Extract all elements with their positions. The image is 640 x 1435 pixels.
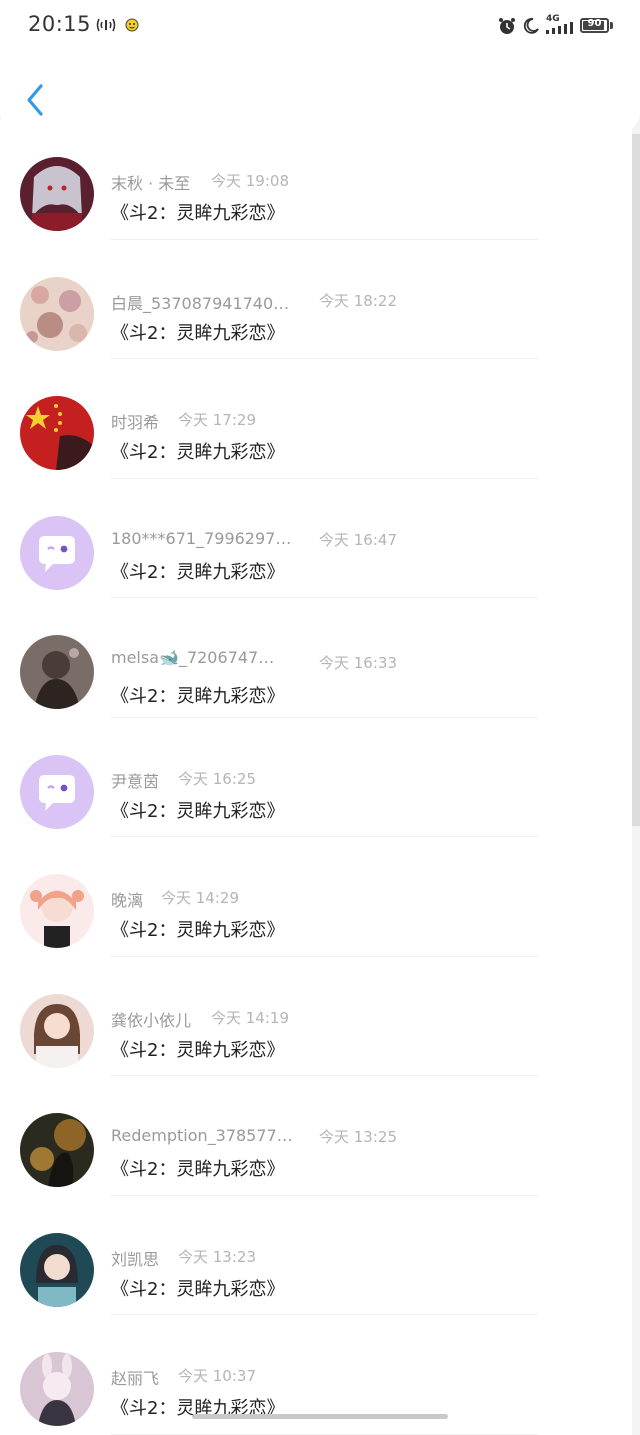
- nickname: 尹意茵: [111, 771, 160, 791]
- message-preview: 《斗2：灵眸九彩恋》: [111, 561, 285, 583]
- signal-wave-icon: [96, 18, 116, 32]
- avatar-china-flag[interactable]: [20, 396, 94, 470]
- avatar-blossom-photo[interactable]: [20, 276, 94, 351]
- message-preview: 《斗2：灵眸九彩恋》: [111, 1039, 285, 1061]
- nickname: 时羽希: [111, 413, 160, 432]
- status-bar: 20:15 4G 90: [0, 0, 640, 52]
- avatar-girl-portrait[interactable]: [20, 993, 94, 1068]
- avatar-default-chat[interactable]: [20, 515, 94, 590]
- message-time: 今天 14:19: [211, 1008, 289, 1027]
- message-time: 今天 19:08: [211, 172, 289, 190]
- message-time: 今天 13:23: [178, 1247, 256, 1266]
- list-item[interactable]: Redemption_378577… 今天 13:25 《斗2：灵眸九彩恋》: [0, 1076, 632, 1196]
- list-item[interactable]: 龚依小依儿 今天 14:19 《斗2：灵眸九彩恋》: [0, 957, 632, 1076]
- mascot-icon: [125, 18, 139, 32]
- message-preview: 《斗2：灵眸九彩恋》: [111, 442, 285, 463]
- cell-signal-icon: [546, 22, 573, 34]
- message-preview: 《斗2：灵眸九彩恋》: [111, 203, 285, 224]
- list-item[interactable]: 尹意茵 今天 16:25 《斗2：灵眸九彩恋》: [0, 718, 632, 837]
- list-item[interactable]: 白晨_537087941740… 今天 18:22 《斗2：灵眸九彩恋》: [0, 240, 632, 359]
- status-time: 20:15: [28, 12, 92, 36]
- list-item[interactable]: 时羽希 今天 17:29 《斗2：灵眸九彩恋》: [0, 359, 632, 479]
- avatar-anime-girl-red[interactable]: [20, 157, 94, 231]
- message-time: 今天 13:25: [319, 1128, 397, 1146]
- battery-cap: [610, 22, 613, 29]
- top-header: 20:15 4G 90: [0, 0, 640, 134]
- battery-icon: 90: [580, 18, 609, 33]
- message-time: 今天 10:37: [178, 1367, 256, 1385]
- message-time: 今天 16:47: [319, 530, 397, 549]
- conversation-list: 末秋 · 未至 今天 19:08 《斗2：灵眸九彩恋》 白晨_537087941…: [0, 120, 632, 1435]
- avatar-default-chat[interactable]: [20, 754, 94, 829]
- message-preview: 《斗2：灵眸九彩恋》: [111, 1278, 285, 1300]
- nickname: 晚漓: [111, 891, 144, 910]
- list-item[interactable]: 末秋 · 未至 今天 19:08 《斗2：灵眸九彩恋》: [0, 120, 632, 240]
- message-preview: 《斗2：灵眸九彩恋》: [111, 1159, 285, 1180]
- nickname: 180***671_7996297…: [111, 528, 292, 548]
- avatar-teal-portrait[interactable]: [20, 1232, 94, 1307]
- battery-percent: 90: [587, 18, 602, 29]
- avatar-fire-scene[interactable]: [20, 1113, 94, 1187]
- message-time: 今天 18:22: [319, 291, 397, 310]
- message-time: 今天 14:29: [161, 889, 239, 907]
- nickname: 白晨_537087941740…: [111, 293, 290, 313]
- avatar-bunny-girl[interactable]: [20, 1352, 94, 1426]
- scrollbar[interactable]: [632, 134, 640, 826]
- message-preview: 《斗2：灵眸九彩恋》: [111, 800, 285, 822]
- message-preview: 《斗2：灵眸九彩恋》: [111, 686, 285, 707]
- list-item[interactable]: 刘凯思 今天 13:23 《斗2：灵眸九彩恋》: [0, 1196, 632, 1315]
- message-time: 今天 16:33: [319, 654, 397, 672]
- message-preview: 《斗2：灵眸九彩恋》: [111, 322, 285, 344]
- list-item[interactable]: 180***671_7996297… 今天 16:47 《斗2：灵眸九彩恋》: [0, 479, 632, 598]
- list-item[interactable]: melsa🐋_7206747… 今天 16:33 《斗2：灵眸九彩恋》: [0, 598, 632, 718]
- chevron-left-icon: [27, 84, 43, 116]
- home-indicator[interactable]: [192, 1414, 448, 1419]
- nickname: 赵丽飞: [111, 1369, 160, 1388]
- list-item[interactable]: 晚漓 今天 14:29 《斗2：灵眸九彩恋》: [0, 837, 632, 957]
- divider: [111, 1433, 538, 1435]
- nickname: 末秋 · 未至: [111, 174, 191, 193]
- nickname: Redemption_378577…: [111, 1126, 293, 1145]
- alarm-icon: [499, 18, 515, 34]
- nickname: 刘凯思: [111, 1249, 160, 1269]
- message-time: 今天 17:29: [178, 411, 256, 429]
- nickname: melsa🐋_7206747…: [111, 648, 275, 667]
- back-button[interactable]: [18, 80, 54, 120]
- nickname: 龚依小依儿: [111, 1010, 192, 1030]
- message-preview: 《斗2：灵眸九彩恋》: [111, 920, 285, 941]
- avatar-anime-girl-pink[interactable]: [20, 874, 94, 948]
- moon-icon: [523, 18, 539, 34]
- message-time: 今天 16:25: [178, 769, 256, 788]
- avatar-dark-portrait[interactable]: [20, 635, 94, 709]
